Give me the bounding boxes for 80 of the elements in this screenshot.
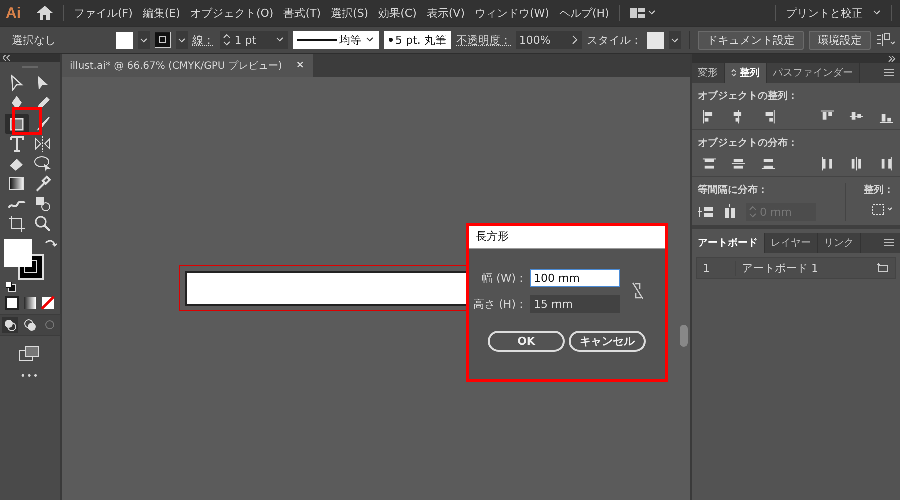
stroke-profile-dropdown[interactable]: 均等 <box>292 31 379 49</box>
style-label: スタイル： <box>587 32 642 48</box>
chevron-icon[interactable] <box>138 31 150 49</box>
layout-icon[interactable] <box>630 8 656 18</box>
menu-item[interactable]: ヘルプ(H) <box>559 6 610 20</box>
default-colors-icon[interactable] <box>6 282 16 292</box>
chevron-icon[interactable] <box>571 35 580 45</box>
artboard-row[interactable]: 1 アートボード 1 <box>696 257 896 279</box>
fill-stroke-swatches-drawing[interactable] <box>4 239 44 280</box>
input-field[interactable]: 15 mm <box>530 295 620 313</box>
close-button[interactable]: × <box>296 60 305 71</box>
chevron-icon[interactable] <box>669 31 682 49</box>
distribute-icon[interactable] <box>731 156 747 172</box>
menu-item[interactable]: 編集(E) <box>142 6 180 20</box>
menu-item[interactable]: オブジェクト(O) <box>190 6 274 20</box>
color-mode-icon[interactable] <box>5 296 19 310</box>
distribute-icon[interactable] <box>760 156 776 172</box>
spacing-icon[interactable] <box>722 204 738 220</box>
link-icon[interactable] <box>632 282 644 300</box>
chevron-icon[interactable] <box>176 31 188 49</box>
align-to-icon[interactable] <box>872 203 894 217</box>
control-button[interactable]: ドキュメント設定 <box>698 30 804 50</box>
section-label: オブジェクトの分布： <box>698 136 799 150</box>
opacity-label[interactable]: 不透明度： <box>456 32 512 48</box>
stroke-swatch[interactable] <box>154 32 171 48</box>
draw-mode-icon[interactable] <box>2 317 18 333</box>
control-button[interactable]: 環境設定 <box>809 30 872 50</box>
scrollbar-thumb[interactable] <box>680 325 688 347</box>
stroke-label[interactable]: 線： <box>192 32 215 48</box>
home-icon[interactable] <box>37 6 53 20</box>
dialog-button[interactable]: キャンセル <box>569 331 646 352</box>
section-label: 整列： <box>864 184 894 197</box>
more-tools-button[interactable]: ••• <box>20 372 40 382</box>
style-swatch[interactable] <box>647 32 664 48</box>
panel-tab[interactable]: リンク <box>818 233 861 253</box>
sort-icon <box>731 69 737 77</box>
panel-tab[interactable]: レイヤー <box>765 233 818 253</box>
dialog-title: 長方形 <box>469 226 665 249</box>
section-label: 等間隔に分布： <box>698 184 769 197</box>
menu-icon[interactable] <box>884 69 894 77</box>
menu-item[interactable]: 選択(S) <box>331 6 369 20</box>
screen-mode-icon[interactable] <box>19 346 41 362</box>
menu-icon[interactable] <box>884 239 894 247</box>
draw-mode-icon[interactable] <box>22 317 38 333</box>
expand-icon[interactable] <box>888 56 896 62</box>
chevron-icon[interactable] <box>364 36 375 44</box>
chevron-icon[interactable] <box>873 10 881 16</box>
panel-tab[interactable]: アートボード <box>692 233 765 253</box>
dialog-button[interactable]: OK <box>488 331 565 352</box>
gradient-mode-icon[interactable] <box>23 296 37 310</box>
none-mode-icon[interactable] <box>41 296 55 310</box>
brush-dropdown[interactable]: 5 pt. 丸筆 <box>384 31 452 49</box>
collapse-icon[interactable] <box>3 55 11 61</box>
field-label: 高さ (H)： <box>474 296 527 312</box>
input-field[interactable]: 100 mm <box>530 269 620 287</box>
chevron-icon[interactable] <box>274 36 285 44</box>
highlight-frame <box>12 107 42 135</box>
opacity-field[interactable]: 100% <box>516 31 582 49</box>
brush-dot-icon <box>388 38 393 42</box>
artboard-options-icon[interactable] <box>877 263 889 273</box>
menu-item[interactable]: 効果(C) <box>378 6 417 20</box>
menu-item[interactable]: ファイル(F) <box>74 6 133 20</box>
field-label: 幅 (W)： <box>482 270 527 286</box>
spinner-icon[interactable] <box>222 33 231 47</box>
app-logo[interactable]: Ai <box>6 4 21 22</box>
distribute-icon[interactable] <box>702 156 718 172</box>
workspace-menu[interactable]: プリントと校正 <box>786 6 863 20</box>
menu-item[interactable]: 表示(V) <box>426 6 465 20</box>
section-label: オブジェクトの整列： <box>698 90 799 103</box>
fill-swatch[interactable] <box>116 32 133 48</box>
distribute-icon[interactable] <box>820 156 836 172</box>
menu-item[interactable]: 書式(T) <box>284 6 322 20</box>
spacing-icon[interactable] <box>698 204 714 220</box>
panel-tab[interactable]: パスファインダー <box>767 63 860 83</box>
selection-status: 選択なし <box>12 32 56 48</box>
arrange-icon[interactable] <box>876 32 896 48</box>
menu-item[interactable]: ウィンドウ(W) <box>474 6 550 20</box>
document-tab[interactable]: illust.ai* @ 66.67% (CMYK/GPU プレビュー) × <box>62 54 313 77</box>
panel-tab[interactable]: 整列 <box>725 63 767 83</box>
stroke-weight-field[interactable]: 1 pt <box>220 31 288 49</box>
